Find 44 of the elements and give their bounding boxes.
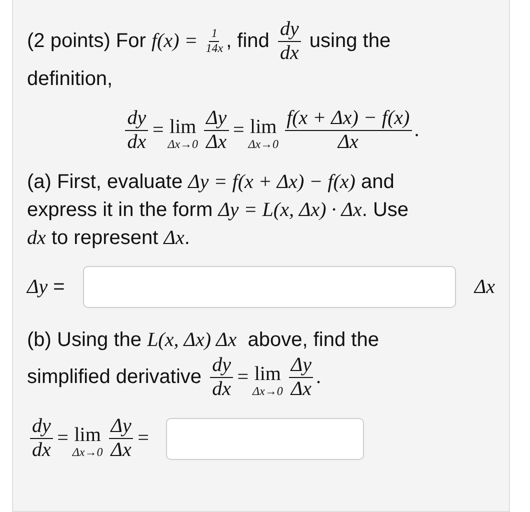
question-text: express it in the form [27,199,214,221]
question-text: , find [226,30,270,52]
math-expression: = [151,118,165,141]
fraction: dy dx [30,415,53,462]
answer-field[interactable] [166,418,364,460]
fraction: f(x + Δx) − f(x) Δx [284,107,412,154]
limit-expression: lim Δx→0 [252,362,283,398]
math-expression: = [232,118,246,141]
question-text: using the [308,30,391,52]
math-expression: = [236,366,250,388]
question-text: (a) First, evaluate [27,171,184,193]
limit-expression: lim Δx→0 [248,114,279,152]
math-expression: = [56,426,70,449]
math-expression: L(x, Δx) Δx [147,329,237,351]
math-expression: f(x) = [151,30,199,52]
math-expression: = [136,426,150,449]
fraction: dy dx [278,18,301,65]
math-expression: Δx [164,227,184,249]
question-text: . Use [362,199,409,221]
fraction: dy dx [125,107,148,154]
math-expression: . [316,366,322,388]
question-text: (b) Using the [27,329,142,351]
question-text: and [360,171,394,193]
math-expression: Δy [27,276,48,298]
question-text: above, find the [246,329,379,351]
math-expression: . [414,118,420,141]
limit-expression: lim Δx→0 [72,422,103,460]
math-expression: Δy = f(x + Δx) − f(x) [188,171,356,193]
question-text: (2 points) For [27,30,147,52]
fraction: Δy Δx [204,107,229,154]
question-text: definition, [27,68,113,90]
fraction: 1 14x [206,27,224,56]
fraction: Δy Δx [288,354,314,401]
question-text: to represent [50,227,160,249]
fraction: Δy Δx [108,415,134,462]
answer-field[interactable] [82,266,456,308]
question-text: simplified derivative [27,366,203,388]
question-text: . [184,227,190,249]
math-expression: Δy = L(x, Δx) · Δx [218,199,362,221]
math-expression: dx [27,227,46,249]
limit-expression: lim Δx→0 [168,114,198,152]
question-text: = [52,276,65,298]
math-expression: Δx [474,276,495,298]
fraction: dy dx [210,354,233,401]
